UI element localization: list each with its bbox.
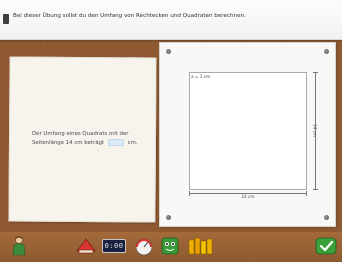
clock-icon: 0:00 xyxy=(102,239,126,253)
bottom-dimension-label: 14 cm xyxy=(241,194,255,199)
square-figure xyxy=(189,72,307,190)
meter-button[interactable] xyxy=(132,236,156,256)
instruction-bar: Bei dieser Übung sollst du den Umfang vo… xyxy=(0,0,342,40)
instruction-text: Bei dieser Übung sollst du den Umfang vo… xyxy=(13,13,246,19)
instruction-handle-icon[interactable] xyxy=(3,14,9,24)
red-shape-button[interactable] xyxy=(75,236,97,256)
figure-icon xyxy=(10,236,28,256)
scale-label: a = 1 cm xyxy=(191,74,211,79)
clock-button[interactable]: 0:00 xyxy=(101,236,127,256)
screw-icon xyxy=(166,215,171,220)
question-unit: cm. xyxy=(127,140,138,146)
screw-icon xyxy=(324,49,329,54)
screw-icon xyxy=(324,215,329,220)
right-dimension-label: 14 cm xyxy=(312,123,318,138)
answer-input[interactable] xyxy=(107,139,124,146)
green-monster-button[interactable] xyxy=(159,236,181,256)
screw-icon xyxy=(166,49,171,54)
submit-check-button[interactable] xyxy=(314,236,338,256)
books-button[interactable] xyxy=(186,236,216,256)
question-text-block: Der Umfang eines Quadrats mit der Seiten… xyxy=(32,130,147,148)
app-stage: Bei dieser Übung sollst du den Umfang vo… xyxy=(0,0,342,262)
